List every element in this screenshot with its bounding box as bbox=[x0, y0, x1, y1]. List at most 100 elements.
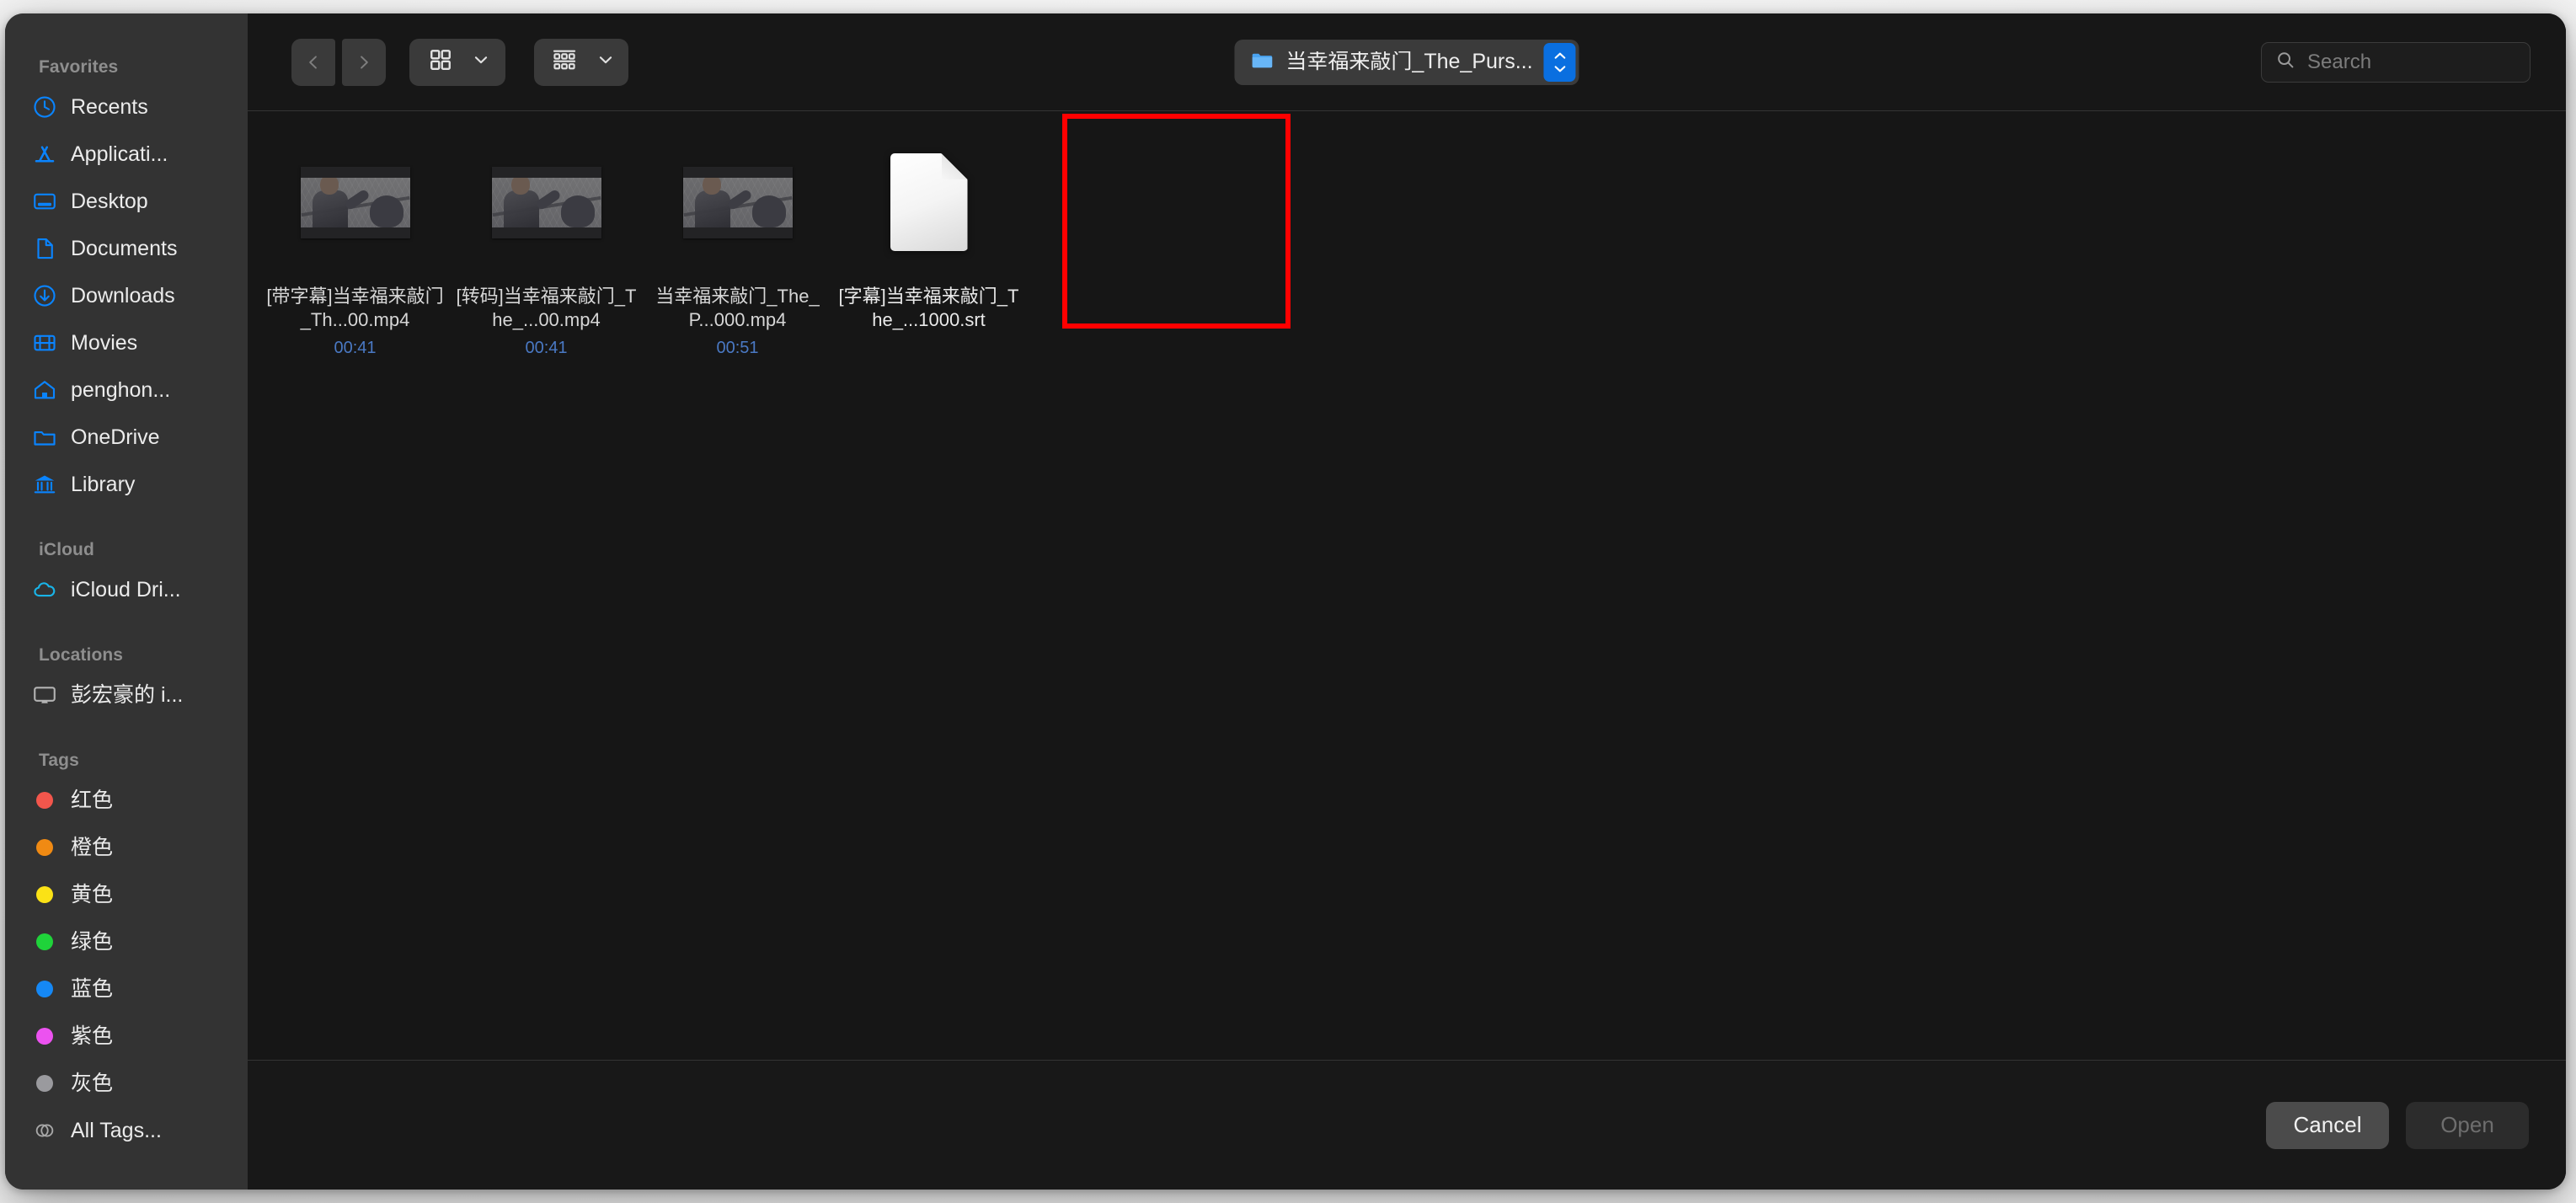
sidebar-item-label: Downloads bbox=[71, 283, 175, 307]
sidebar-item-documents[interactable]: Documents bbox=[5, 225, 248, 272]
path-popup-button[interactable]: 当幸福来敲门_The_Purs... bbox=[1234, 39, 1579, 85]
all-tags-icon bbox=[30, 1116, 59, 1145]
sidebar: Favorites Recents Applicati... Desktop D… bbox=[5, 13, 248, 1190]
sidebar-item-label: OneDrive bbox=[71, 425, 160, 449]
file-name: [转码]当幸福来敲门_The_...00.mp4 bbox=[456, 286, 637, 330]
sidebar-all-tags[interactable]: All Tags... bbox=[5, 1107, 248, 1154]
sidebar-item-label: Applicati... bbox=[71, 142, 168, 166]
display-icon bbox=[30, 681, 59, 709]
file-duration: 00:41 bbox=[525, 339, 568, 357]
sidebar-item-onedrive[interactable]: OneDrive bbox=[5, 414, 248, 461]
sidebar-item-label: Library bbox=[71, 472, 136, 496]
tag-dot-icon bbox=[30, 928, 59, 956]
sidebar-section-header-favorites: Favorites bbox=[39, 57, 119, 77]
file-name: 当幸福来敲门_The_P...000.mp4 bbox=[655, 286, 820, 330]
file-name: [字幕]当幸福来敲门_The_...1000.srt bbox=[838, 286, 1019, 330]
sidebar-tag-orange[interactable]: 橙色 bbox=[5, 824, 248, 871]
tag-dot-icon bbox=[30, 1022, 59, 1051]
applications-icon bbox=[30, 140, 59, 168]
sidebar-item-label: 绿色 bbox=[71, 929, 114, 954]
sidebar-item-label: iCloud Dri... bbox=[71, 577, 181, 602]
sidebar-section-header-icloud: iCloud bbox=[39, 540, 94, 559]
open-button[interactable]: Open bbox=[2406, 1101, 2529, 1149]
file-duration: 00:51 bbox=[716, 339, 759, 357]
navigation-buttons bbox=[291, 38, 386, 86]
sidebar-item-label: 红色 bbox=[71, 788, 114, 812]
view-mode-button[interactable] bbox=[409, 38, 505, 86]
sidebar-section-header-tags: Tags bbox=[39, 751, 79, 770]
stepper-updown-icon[interactable] bbox=[1543, 42, 1576, 82]
clock-icon bbox=[30, 93, 59, 121]
sidebar-item-label: All Tags... bbox=[71, 1118, 162, 1142]
sidebar-item-label: penghon... bbox=[71, 377, 171, 402]
sidebar-item-label: 紫色 bbox=[71, 1024, 114, 1048]
sidebar-item-desktop[interactable]: Desktop bbox=[5, 178, 248, 225]
sidebar-tag-green[interactable]: 绿色 bbox=[5, 918, 248, 965]
tag-dot-icon bbox=[30, 786, 59, 815]
tag-dot-icon bbox=[30, 975, 59, 1003]
sidebar-item-movies[interactable]: Movies bbox=[5, 319, 248, 366]
sidebar-item-label: 彭宏豪的 i... bbox=[71, 682, 184, 707]
dialog-footer: Cancel Open bbox=[248, 1060, 2566, 1190]
file-item[interactable]: 当幸福来敲门_The_P...000.mp4 00:51 bbox=[642, 145, 833, 366]
sidebar-item-label: Recents bbox=[71, 94, 148, 119]
cancel-button[interactable]: Cancel bbox=[2266, 1101, 2389, 1149]
file-item[interactable]: [带字幕]当幸福来敲门_Th...00.mp4 00:41 bbox=[259, 145, 451, 366]
desktop-icon bbox=[30, 187, 59, 216]
sidebar-item-label: 蓝色 bbox=[71, 976, 114, 1001]
sidebar-item-label: Documents bbox=[71, 236, 178, 260]
file-item[interactable]: [转码]当幸福来敲门_The_...00.mp4 00:41 bbox=[451, 145, 642, 366]
sidebar-tag-purple[interactable]: 紫色 bbox=[5, 1013, 248, 1060]
video-thumbnail bbox=[654, 155, 822, 249]
chevron-down-icon bbox=[472, 51, 490, 73]
file-grid-area[interactable]: [带字幕]当幸福来敲门_Th...00.mp4 00:41 [转码]当幸福来敲门… bbox=[248, 111, 2566, 1060]
search-icon bbox=[2275, 50, 2295, 74]
sidebar-item-this-mac[interactable]: 彭宏豪的 i... bbox=[5, 671, 248, 719]
path-label: 当幸福来敲门_The_Purs... bbox=[1285, 51, 1533, 72]
file-duration: 00:41 bbox=[334, 339, 377, 357]
tag-dot-icon bbox=[30, 833, 59, 862]
forward-button[interactable] bbox=[342, 38, 386, 86]
home-icon bbox=[30, 376, 59, 404]
document-thumbnail bbox=[845, 153, 1013, 251]
sidebar-section-header-locations: Locations bbox=[39, 645, 124, 665]
sidebar-tag-blue[interactable]: 蓝色 bbox=[5, 965, 248, 1013]
sidebar-item-library[interactable]: Library bbox=[5, 461, 248, 508]
tag-dot-icon bbox=[30, 1069, 59, 1098]
sidebar-tag-gray[interactable]: 灰色 bbox=[5, 1060, 248, 1107]
sidebar-tag-red[interactable]: 红色 bbox=[5, 777, 248, 824]
folder-icon bbox=[30, 423, 59, 452]
back-button[interactable] bbox=[291, 38, 335, 86]
search-input[interactable] bbox=[2307, 50, 2516, 74]
download-icon bbox=[30, 281, 59, 310]
document-file-icon bbox=[890, 153, 968, 251]
sidebar-item-downloads[interactable]: Downloads bbox=[5, 272, 248, 319]
sidebar-item-label: 黄色 bbox=[71, 882, 114, 906]
search-field[interactable] bbox=[2261, 41, 2531, 83]
grid-view-icon bbox=[428, 47, 453, 77]
sidebar-item-label: 橙色 bbox=[71, 835, 114, 859]
sidebar-item-applications[interactable]: Applicati... bbox=[5, 131, 248, 178]
file-item-selected[interactable]: [字幕]当幸福来敲门_The_...1000.srt bbox=[833, 145, 1024, 366]
group-by-button[interactable] bbox=[534, 38, 628, 86]
file-open-dialog: Favorites Recents Applicati... Desktop D… bbox=[5, 13, 2566, 1190]
cloud-icon bbox=[30, 575, 59, 604]
sidebar-item-recents[interactable]: Recents bbox=[5, 83, 248, 131]
chevron-down-icon bbox=[596, 51, 615, 73]
sidebar-item-label: 灰色 bbox=[71, 1071, 114, 1095]
sidebar-item-home[interactable]: penghon... bbox=[5, 366, 248, 414]
group-by-icon bbox=[551, 47, 578, 77]
video-thumbnail bbox=[462, 155, 631, 249]
toolbar: 当幸福来敲门_The_Purs... bbox=[248, 13, 2566, 111]
file-grid: [带字幕]当幸福来敲门_Th...00.mp4 00:41 [转码]当幸福来敲门… bbox=[259, 145, 2566, 366]
sidebar-item-icloud-drive[interactable]: iCloud Dri... bbox=[5, 566, 248, 613]
sidebar-item-label: Desktop bbox=[71, 189, 148, 213]
file-name: [带字幕]当幸福来敲门_Th...00.mp4 bbox=[266, 286, 444, 330]
folder-icon bbox=[1249, 47, 1275, 77]
tag-dot-icon bbox=[30, 880, 59, 909]
library-icon bbox=[30, 470, 59, 499]
main-pane: 当幸福来敲门_The_Purs... Search [带字幕]当幸福来敲门_Th… bbox=[248, 13, 2566, 1190]
sidebar-item-label: Movies bbox=[71, 330, 138, 355]
sidebar-tag-yellow[interactable]: 黄色 bbox=[5, 871, 248, 918]
video-thumbnail bbox=[271, 155, 440, 249]
